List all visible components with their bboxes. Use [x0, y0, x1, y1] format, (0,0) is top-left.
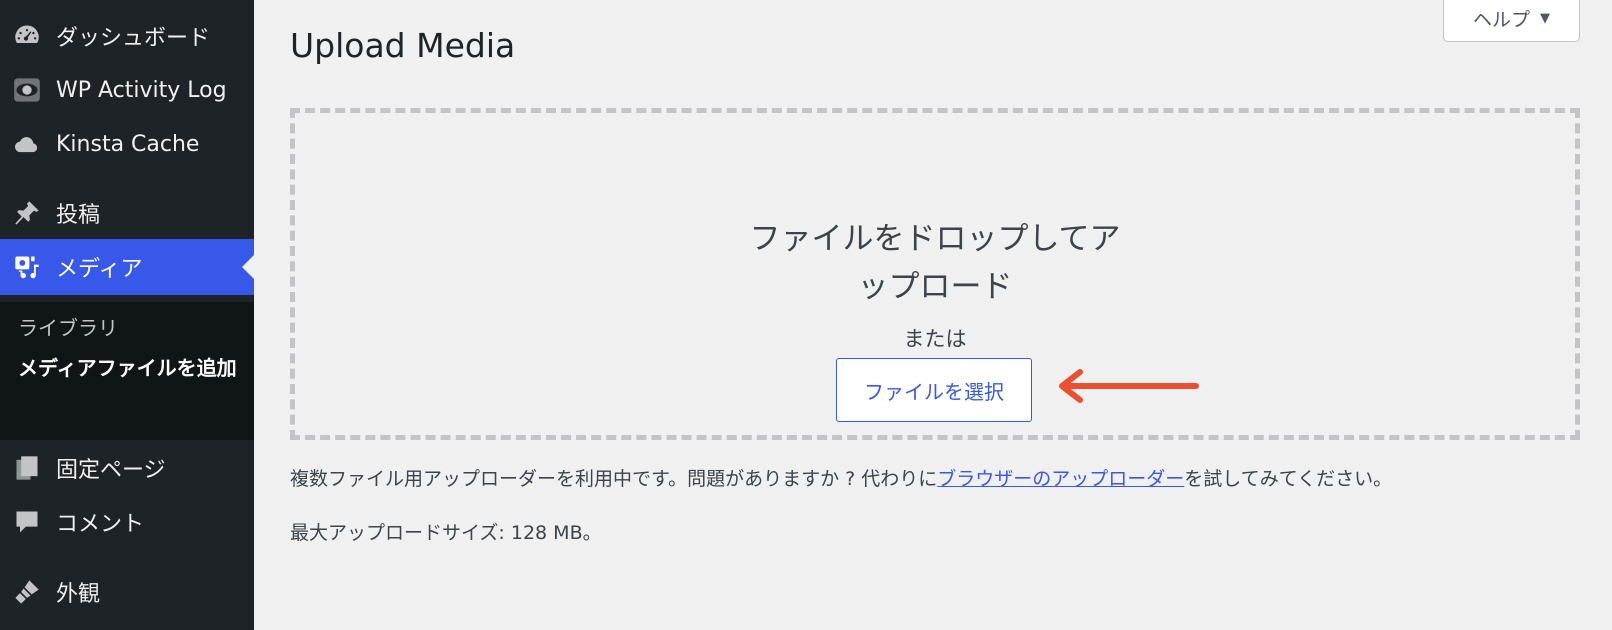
- comment-icon: [12, 507, 42, 537]
- sidebar-item-label: Kinsta Cache: [56, 131, 200, 157]
- upload-dropzone[interactable]: ファイルをドロップしてア ップロード または ファイルを選択: [290, 108, 1580, 440]
- sidebar-item-comments[interactable]: コメント: [0, 494, 254, 550]
- sidebar-item-label: 固定ページ: [56, 458, 166, 483]
- sidebar-item-wp-activity-log[interactable]: WP Activity Log: [0, 62, 254, 118]
- drop-instructions-line-1: ファイルをドロップしてア: [749, 221, 1121, 257]
- sidebar-item-label: 外観: [56, 582, 101, 607]
- pages-icon: [12, 453, 42, 483]
- drop-instructions-line-2: ップロード: [857, 269, 1013, 305]
- drop-instructions: ファイルをドロップしてア ップロード: [295, 215, 1575, 311]
- sidebar-item-label: WP Activity Log: [56, 77, 227, 103]
- sidebar-item-posts[interactable]: 投稿: [0, 185, 254, 241]
- sidebar-item-label: メディア: [56, 257, 143, 282]
- uploader-notice: 複数ファイル用アップローダーを利用中です。問題がありますか ? 代わりにブラウザ…: [290, 464, 1392, 491]
- submenu-item-add-media[interactable]: メディアファイルを追加: [18, 354, 238, 383]
- sidebar-item-label: コメント: [56, 512, 145, 537]
- browser-uploader-link[interactable]: ブラウザーのアップローダー: [937, 468, 1184, 490]
- sidebar-item-media[interactable]: メディア: [0, 239, 254, 295]
- help-button[interactable]: ヘルプ ▼: [1443, 0, 1580, 42]
- sidebar-item-dashboard[interactable]: ダッシュボード: [0, 8, 254, 64]
- help-label: ヘルプ: [1472, 8, 1530, 31]
- select-files-button[interactable]: ファイルを選択: [836, 358, 1032, 422]
- brush-icon: [12, 577, 42, 607]
- max-upload-size: 最大アップロードサイズ: 128 MB。: [290, 522, 602, 544]
- dashboard-icon: [12, 21, 42, 51]
- sidebar-item-kinsta-cache[interactable]: Kinsta Cache: [0, 116, 254, 172]
- chevron-down-icon: ▼: [1540, 10, 1550, 26]
- sidebar-item-pages[interactable]: 固定ページ: [0, 440, 254, 496]
- sidebar-item-label: 投稿: [56, 203, 101, 228]
- notice-text-before: 複数ファイル用アップローダーを利用中です。問題がありますか ? 代わりに: [290, 468, 938, 490]
- admin-sidebar: ダッシュボード WP Activity Log Kinsta Cache 投稿 …: [0, 0, 254, 630]
- media-icon: [12, 252, 42, 282]
- sidebar-item-label: ダッシュボード: [56, 26, 211, 51]
- eye-icon: [12, 75, 42, 105]
- page-title: Upload Media: [290, 26, 516, 65]
- notice-text-after: を試してみてください。: [1184, 468, 1393, 490]
- submenu-item-library[interactable]: ライブラリ: [18, 312, 118, 341]
- cloud-icon: [12, 129, 42, 159]
- media-submenu: ライブラリ メディアファイルを追加: [0, 302, 254, 440]
- annotation-arrow-icon: [1059, 369, 1199, 403]
- or-text: または: [903, 327, 967, 351]
- pin-icon: [12, 198, 42, 228]
- sidebar-item-appearance[interactable]: 外観: [0, 564, 254, 620]
